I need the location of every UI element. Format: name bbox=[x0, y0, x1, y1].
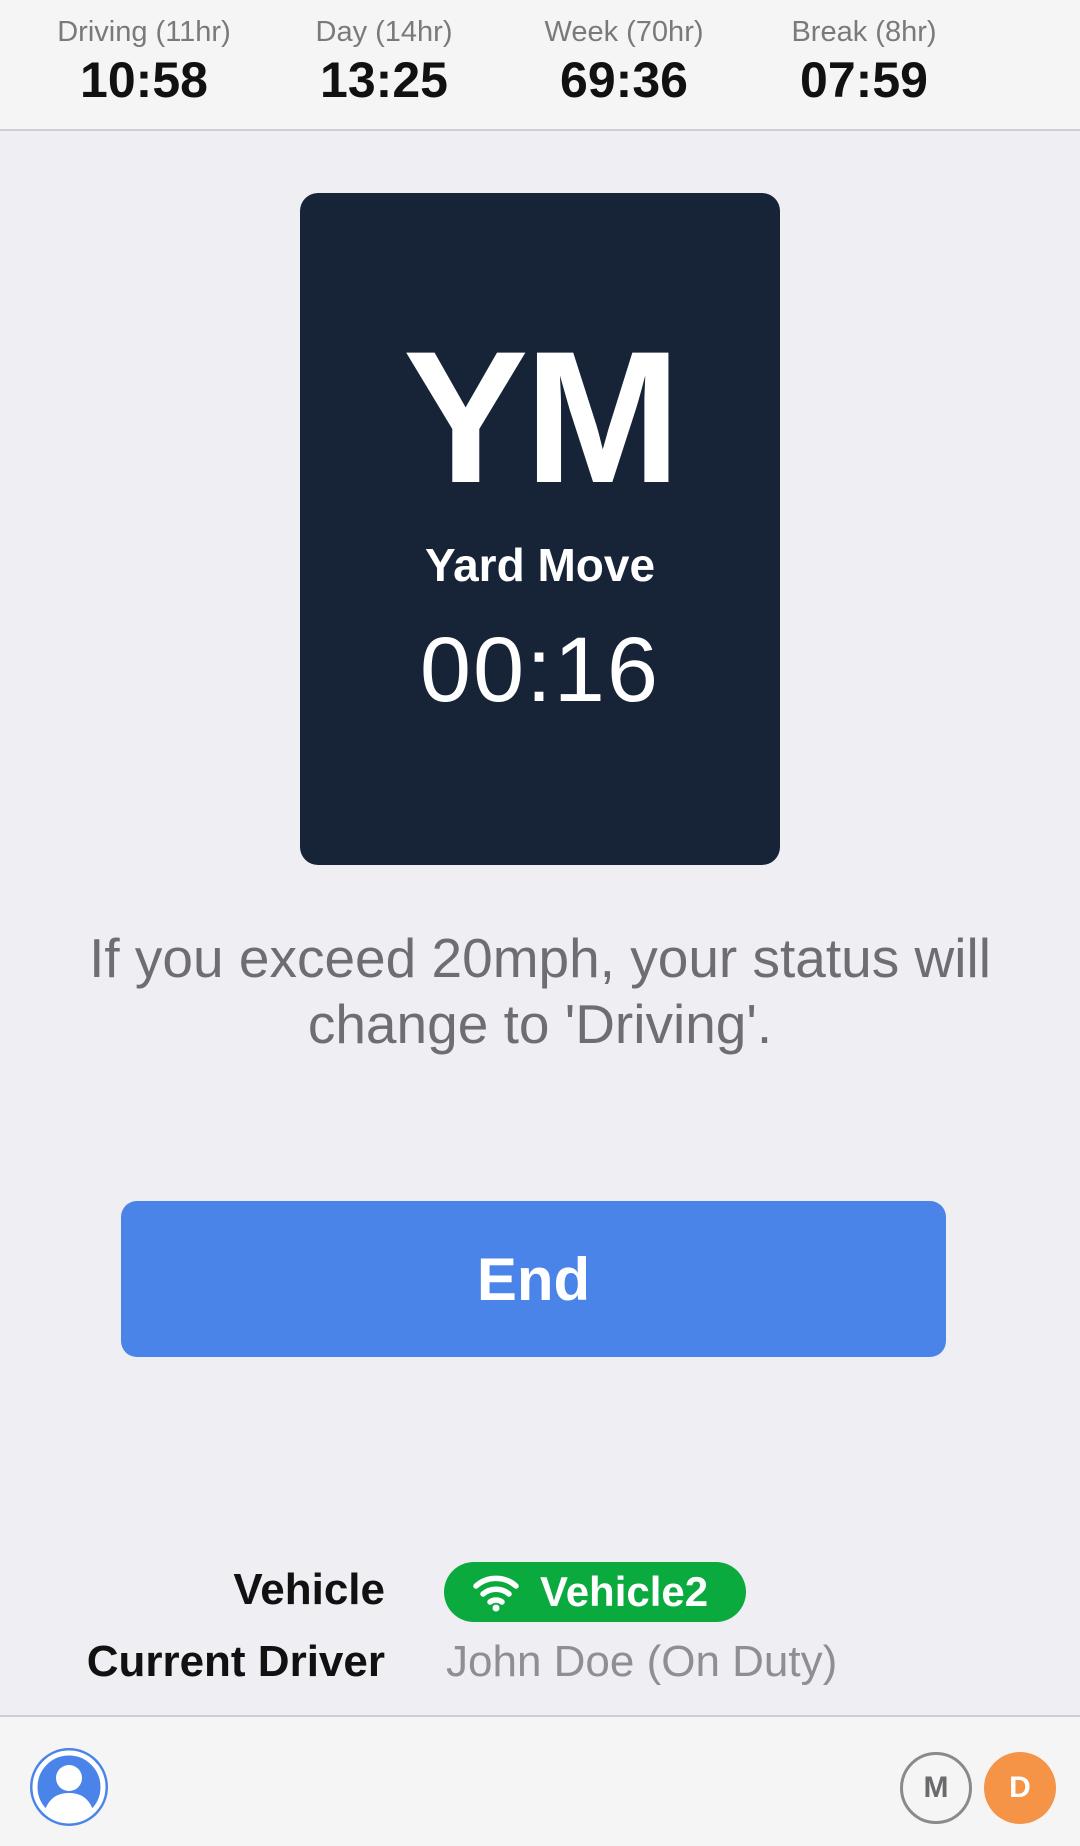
status-name: Yard Move bbox=[424, 539, 656, 591]
app-screen: Driving (11hr) 10:58 Day (14hr) 13:25 We… bbox=[0, 0, 1080, 1846]
break-clock: Break (8hr) 07:59 bbox=[744, 14, 984, 110]
vehicle-name: Vehicle2 bbox=[540, 1568, 709, 1615]
vehicle-badge[interactable]: Vehicle2 bbox=[444, 1562, 746, 1622]
m-button[interactable]: M bbox=[900, 1752, 972, 1824]
break-clock-value: 07:59 bbox=[800, 52, 928, 108]
current-driver-value: John Doe (On Duty) bbox=[446, 1637, 838, 1686]
speed-notice: If you exceed 20mph, your status will ch… bbox=[89, 927, 991, 1055]
status-code: YM bbox=[403, 312, 681, 522]
d-button[interactable]: D bbox=[984, 1752, 1056, 1824]
wifi-icon bbox=[473, 1575, 519, 1612]
status-card: YM Yard Move 00:16 bbox=[300, 193, 780, 865]
driving-clock: Driving (11hr) 10:58 bbox=[24, 14, 264, 110]
day-clock-value: 13:25 bbox=[320, 52, 448, 108]
week-clock-value: 69:36 bbox=[560, 52, 688, 108]
driving-clock-label: Driving (11hr) bbox=[57, 16, 231, 48]
user-icon bbox=[32, 1750, 106, 1824]
day-clock: Day (14hr) 13:25 bbox=[264, 14, 504, 110]
week-clock: Week (70hr) 69:36 bbox=[504, 14, 744, 110]
day-clock-label: Day (14hr) bbox=[315, 16, 453, 48]
driving-clock-value: 10:58 bbox=[80, 52, 208, 108]
profile-button[interactable] bbox=[30, 1748, 108, 1826]
week-clock-label: Week (70hr) bbox=[544, 16, 704, 48]
end-button[interactable]: End bbox=[121, 1201, 946, 1357]
status-timer: 00:16 bbox=[419, 619, 661, 721]
hos-clocks-bar: Driving (11hr) 10:58 Day (14hr) 13:25 We… bbox=[0, 0, 1080, 131]
current-driver-label: Current Driver bbox=[86, 1637, 385, 1686]
vehicle-label: Vehicle bbox=[233, 1565, 385, 1614]
bottom-bar: M D bbox=[0, 1715, 1080, 1846]
break-clock-label: Break (8hr) bbox=[791, 16, 937, 48]
